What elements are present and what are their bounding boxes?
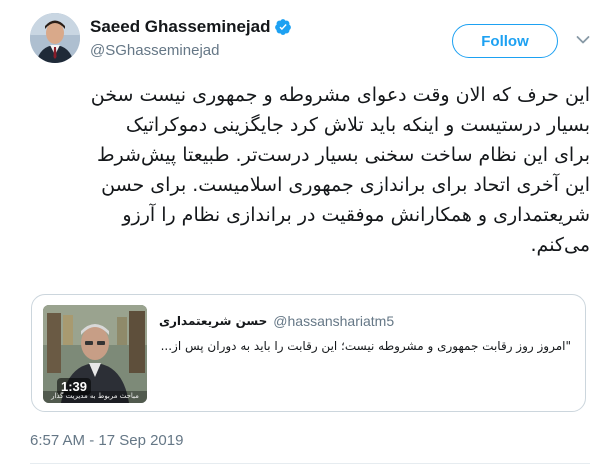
tweet-card: Saeed Ghasseminejad @SGhasseminejad Foll… <box>0 0 609 466</box>
tweet-timestamp[interactable]: 6:57 AM - 17 Sep 2019 <box>30 432 183 449</box>
tweet-text-line: شریعتمداری و همکارانش موفقیت در براندازی… <box>122 204 590 226</box>
author-handle[interactable]: @SGhasseminejad <box>90 41 292 61</box>
avatar[interactable] <box>30 13 80 63</box>
video-caption: مباحث مربوط به مدیریت گذار <box>51 392 139 400</box>
quoted-tweet-text: "امروز روز رقابت جمهوری و مشروطه نیست؛ ا… <box>160 339 571 353</box>
quoted-tweet-header: حسن شریعتمداری @hassanshariatm5 <box>159 313 394 329</box>
quoted-tweet-card[interactable]: 1:39 مباحث مربوط به مدیریت گذار حسن شریع… <box>31 294 586 412</box>
quoted-video-thumbnail[interactable]: 1:39 مباحث مربوط به مدیریت گذار <box>43 305 147 403</box>
avatar-image <box>30 13 80 63</box>
tweet-text-line: برای این نظام ساخت سخنی بسیار درست‌تر. ط… <box>96 144 590 166</box>
author-name-row[interactable]: Saeed Ghasseminejad <box>90 17 292 37</box>
tweet-text-line: این آخری اتحاد برای براندازی جمهوری اسلا… <box>101 174 590 196</box>
author-block: Saeed Ghasseminejad @SGhasseminejad <box>90 17 292 61</box>
verified-badge-icon <box>275 19 292 35</box>
author-name[interactable]: Saeed Ghasseminejad <box>90 17 270 37</box>
chevron-down-icon[interactable] <box>576 35 590 45</box>
tweet-text-line: این حرف که الان وقت دعوای مشروطه و جمهور… <box>90 84 590 106</box>
divider <box>30 463 590 464</box>
tweet-text: این حرف که الان وقت دعوای مشروطه و جمهور… <box>30 80 590 260</box>
quoted-author-name[interactable]: حسن شریعتمداری <box>159 314 267 328</box>
quoted-author-handle[interactable]: @hassanshariatm5 <box>273 313 394 329</box>
tweet-text-line: بسیار درستیست و اینکه باید تلاش کرد جایگ… <box>125 114 590 136</box>
tweet-text-line: می‌کنم. <box>530 234 590 256</box>
follow-button[interactable]: Follow <box>452 24 558 58</box>
